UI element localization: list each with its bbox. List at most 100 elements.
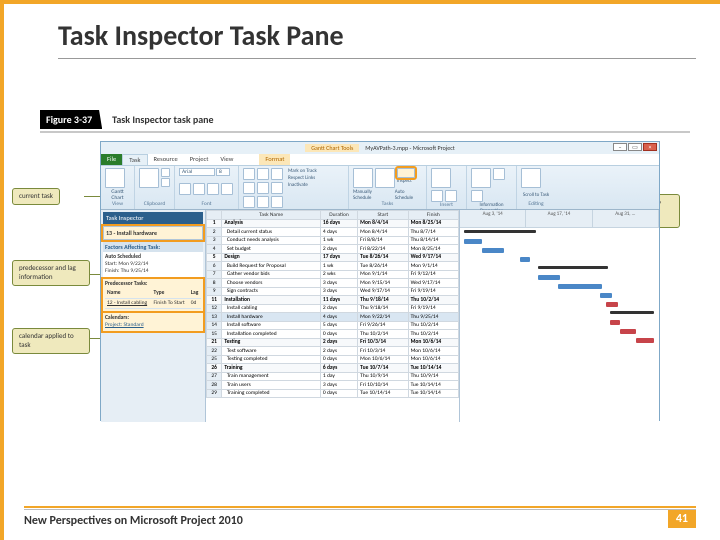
ribbon-group-editing: Scroll to Task Editing: [517, 166, 555, 209]
timeline-body: [460, 228, 659, 422]
gbar-t9: [606, 302, 618, 307]
ribbon-group-properties: Information Properties: [467, 166, 517, 209]
pct0-icon[interactable]: [243, 168, 255, 180]
timeline-header: Aug 3, '14 Aug 17, '14 Aug 31, ...: [460, 210, 659, 228]
ribbon-group-view: Gantt Chart View: [101, 166, 135, 209]
italic-icon[interactable]: [193, 183, 205, 195]
indent-icon[interactable]: [271, 182, 283, 194]
table-row[interactable]: 9 Sign contracts3 daysWed 9/17/14Fri 9/1…: [207, 287, 459, 296]
table-row[interactable]: 6 Build Request for Proposal1 wkTue 8/26…: [207, 262, 459, 271]
table-row[interactable]: 21Testing2 daysFri 10/3/14Mon 10/6/14: [207, 338, 459, 347]
tab-format[interactable]: Format: [259, 154, 290, 165]
gbar-t12: [610, 320, 620, 325]
table-row[interactable]: 1Analysis16 daysMon 8/4/14Mon 8/25/14: [207, 219, 459, 228]
scroll-to-task-icon[interactable]: [521, 168, 541, 188]
table-row[interactable]: 2 Detail current status4 daysMon 8/4/14T…: [207, 228, 459, 237]
callout-current-task: current task: [12, 188, 60, 205]
col-finish[interactable]: Finish: [408, 211, 458, 220]
task-grid[interactable]: Task Name Duration Start Finish 1Analysi…: [206, 210, 459, 398]
pct75-icon[interactable]: [243, 182, 255, 194]
unlink-icon[interactable]: [271, 196, 283, 208]
inspector-predecessor-block: Predecessor Tasks: NameTypeLag 12 - Inst…: [103, 279, 203, 310]
table-row[interactable]: 25 Testing completed0 daysMon 10/6/14Mon…: [207, 355, 459, 364]
col-start[interactable]: Start: [358, 211, 408, 220]
inspector-cal-header: Calendars:: [105, 315, 201, 322]
ribbon-group-font: Arial8 Font: [175, 166, 239, 209]
group-editing-label: Editing: [521, 201, 551, 207]
inspector-calendar-block: Calendars: Project: Standard: [103, 313, 203, 331]
minimize-button[interactable]: –: [613, 143, 627, 151]
gbar-design: [538, 266, 608, 269]
ribbon-group-clipboard: Clipboard: [135, 166, 175, 209]
table-row[interactable]: 14 Install software5 daysFri 9/26/14Thu …: [207, 321, 459, 330]
summary-icon[interactable]: [431, 190, 443, 202]
table-row[interactable]: 5Design17 daysTue 8/26/14Wed 9/17/14: [207, 253, 459, 262]
col-id: [207, 211, 222, 220]
respect-links-button[interactable]: Respect Links: [288, 175, 317, 182]
details-icon[interactable]: [471, 190, 483, 202]
table-row[interactable]: 11Installation11 daysThu 9/18/14Thu 10/2…: [207, 296, 459, 305]
font-color-icon[interactable]: [221, 183, 233, 195]
tab-view[interactable]: View: [214, 154, 239, 165]
table-row[interactable]: 7 Gather vendor bids2 wksMon 9/1/14Fri 9…: [207, 270, 459, 279]
tab-task[interactable]: Task: [122, 154, 147, 165]
figure-caption: Task Inspector task pane: [112, 113, 213, 126]
inspector-finish: Finish: Thu 9/25/14: [105, 268, 201, 275]
ribbon: Gantt Chart View Clipboard Arial8 Font M…: [101, 166, 659, 210]
table-row[interactable]: 3 Conduct needs analysis1 wkFri 8/8/14Th…: [207, 236, 459, 245]
footer-text: New Perspectives on Microsoft Project 20…: [24, 514, 243, 528]
close-button[interactable]: ×: [643, 143, 657, 151]
gantt-chart-icon[interactable]: [105, 168, 125, 188]
tab-resource[interactable]: Resource: [148, 154, 184, 165]
inactivate-button[interactable]: Inactivate: [288, 182, 317, 189]
group-insert-label: Insert: [431, 202, 462, 208]
paste-icon[interactable]: [139, 168, 159, 188]
information-icon[interactable]: [471, 168, 491, 188]
underline-icon[interactable]: [207, 183, 219, 195]
col-task-name[interactable]: Task Name: [222, 211, 321, 220]
table-row[interactable]: 15 Installation completed0 daysThu 10/2/…: [207, 330, 459, 339]
cut-icon[interactable]: [161, 168, 170, 177]
callout-calendar-label: calendar applied to task: [12, 328, 90, 354]
pct25-icon[interactable]: [257, 168, 269, 180]
inspect-button[interactable]: [397, 168, 415, 178]
pct100-icon[interactable]: [257, 182, 269, 194]
table-row[interactable]: 26Training6 daysTue 10/7/14Tue 10/14/14: [207, 364, 459, 373]
bold-icon[interactable]: [179, 183, 191, 195]
inspector-auto-scheduled: Auto Scheduled Start: Mon 9/22/14 Finish…: [103, 252, 203, 277]
font-size-select[interactable]: 8: [216, 168, 230, 176]
tab-project[interactable]: Project: [184, 154, 215, 165]
mark-on-track-button[interactable]: Mark on Track: [288, 168, 317, 175]
table-row[interactable]: 27 Train management1 dayThu 10/9/14Thu 1…: [207, 372, 459, 381]
gbar-t3: [482, 248, 504, 253]
inspector-auto-label: Auto Scheduled: [105, 254, 201, 261]
inspector-start: Start: Mon 9/22/14: [105, 261, 201, 268]
maximize-button[interactable]: ▭: [628, 143, 642, 151]
copy-icon[interactable]: [161, 178, 170, 187]
table-row[interactable]: 12 Install cabling2 daysThu 9/18/14Fri 9…: [207, 304, 459, 313]
auto-schedule-icon[interactable]: [375, 168, 395, 188]
table-row[interactable]: 22 Test software2 daysFri 10/3/14Mon 10/…: [207, 347, 459, 356]
table-row[interactable]: 13 Install hardware4 daysMon 9/22/14Thu …: [207, 313, 459, 322]
table-row[interactable]: 29 Training completed0 daysTue 10/14/14T…: [207, 389, 459, 398]
notes-icon[interactable]: [493, 168, 505, 180]
tab-file[interactable]: File: [101, 154, 122, 165]
table-row[interactable]: 8 Choose vendors3 daysMon 9/15/14Wed 9/1…: [207, 279, 459, 288]
manually-schedule-icon[interactable]: [353, 168, 373, 188]
link-icon[interactable]: [257, 196, 269, 208]
gantt-chart-label: Gantt Chart: [105, 189, 130, 201]
outdent-icon[interactable]: [243, 196, 255, 208]
pct50-icon[interactable]: [271, 168, 283, 180]
table-row[interactable]: 4 Set budget2 daysFri 8/22/14Mon 8/25/14: [207, 245, 459, 254]
font-name-select[interactable]: Arial: [179, 168, 215, 176]
inspector-cal-row[interactable]: Project: Standard: [105, 322, 201, 329]
group-tasks-label: Tasks: [353, 201, 422, 207]
pred-row-name[interactable]: 12 - Install cabling: [105, 298, 152, 308]
table-row[interactable]: 28 Train users3 daysFri 10/10/14Tue 10/1…: [207, 381, 459, 390]
milestone-icon[interactable]: [445, 190, 457, 202]
gbar-t8: [600, 293, 612, 298]
col-duration[interactable]: Duration: [320, 211, 357, 220]
ribbon-tabs: File Task Resource Project View Format: [101, 154, 659, 166]
gbar-t14: [636, 338, 654, 343]
task-insert-icon[interactable]: [431, 168, 451, 188]
